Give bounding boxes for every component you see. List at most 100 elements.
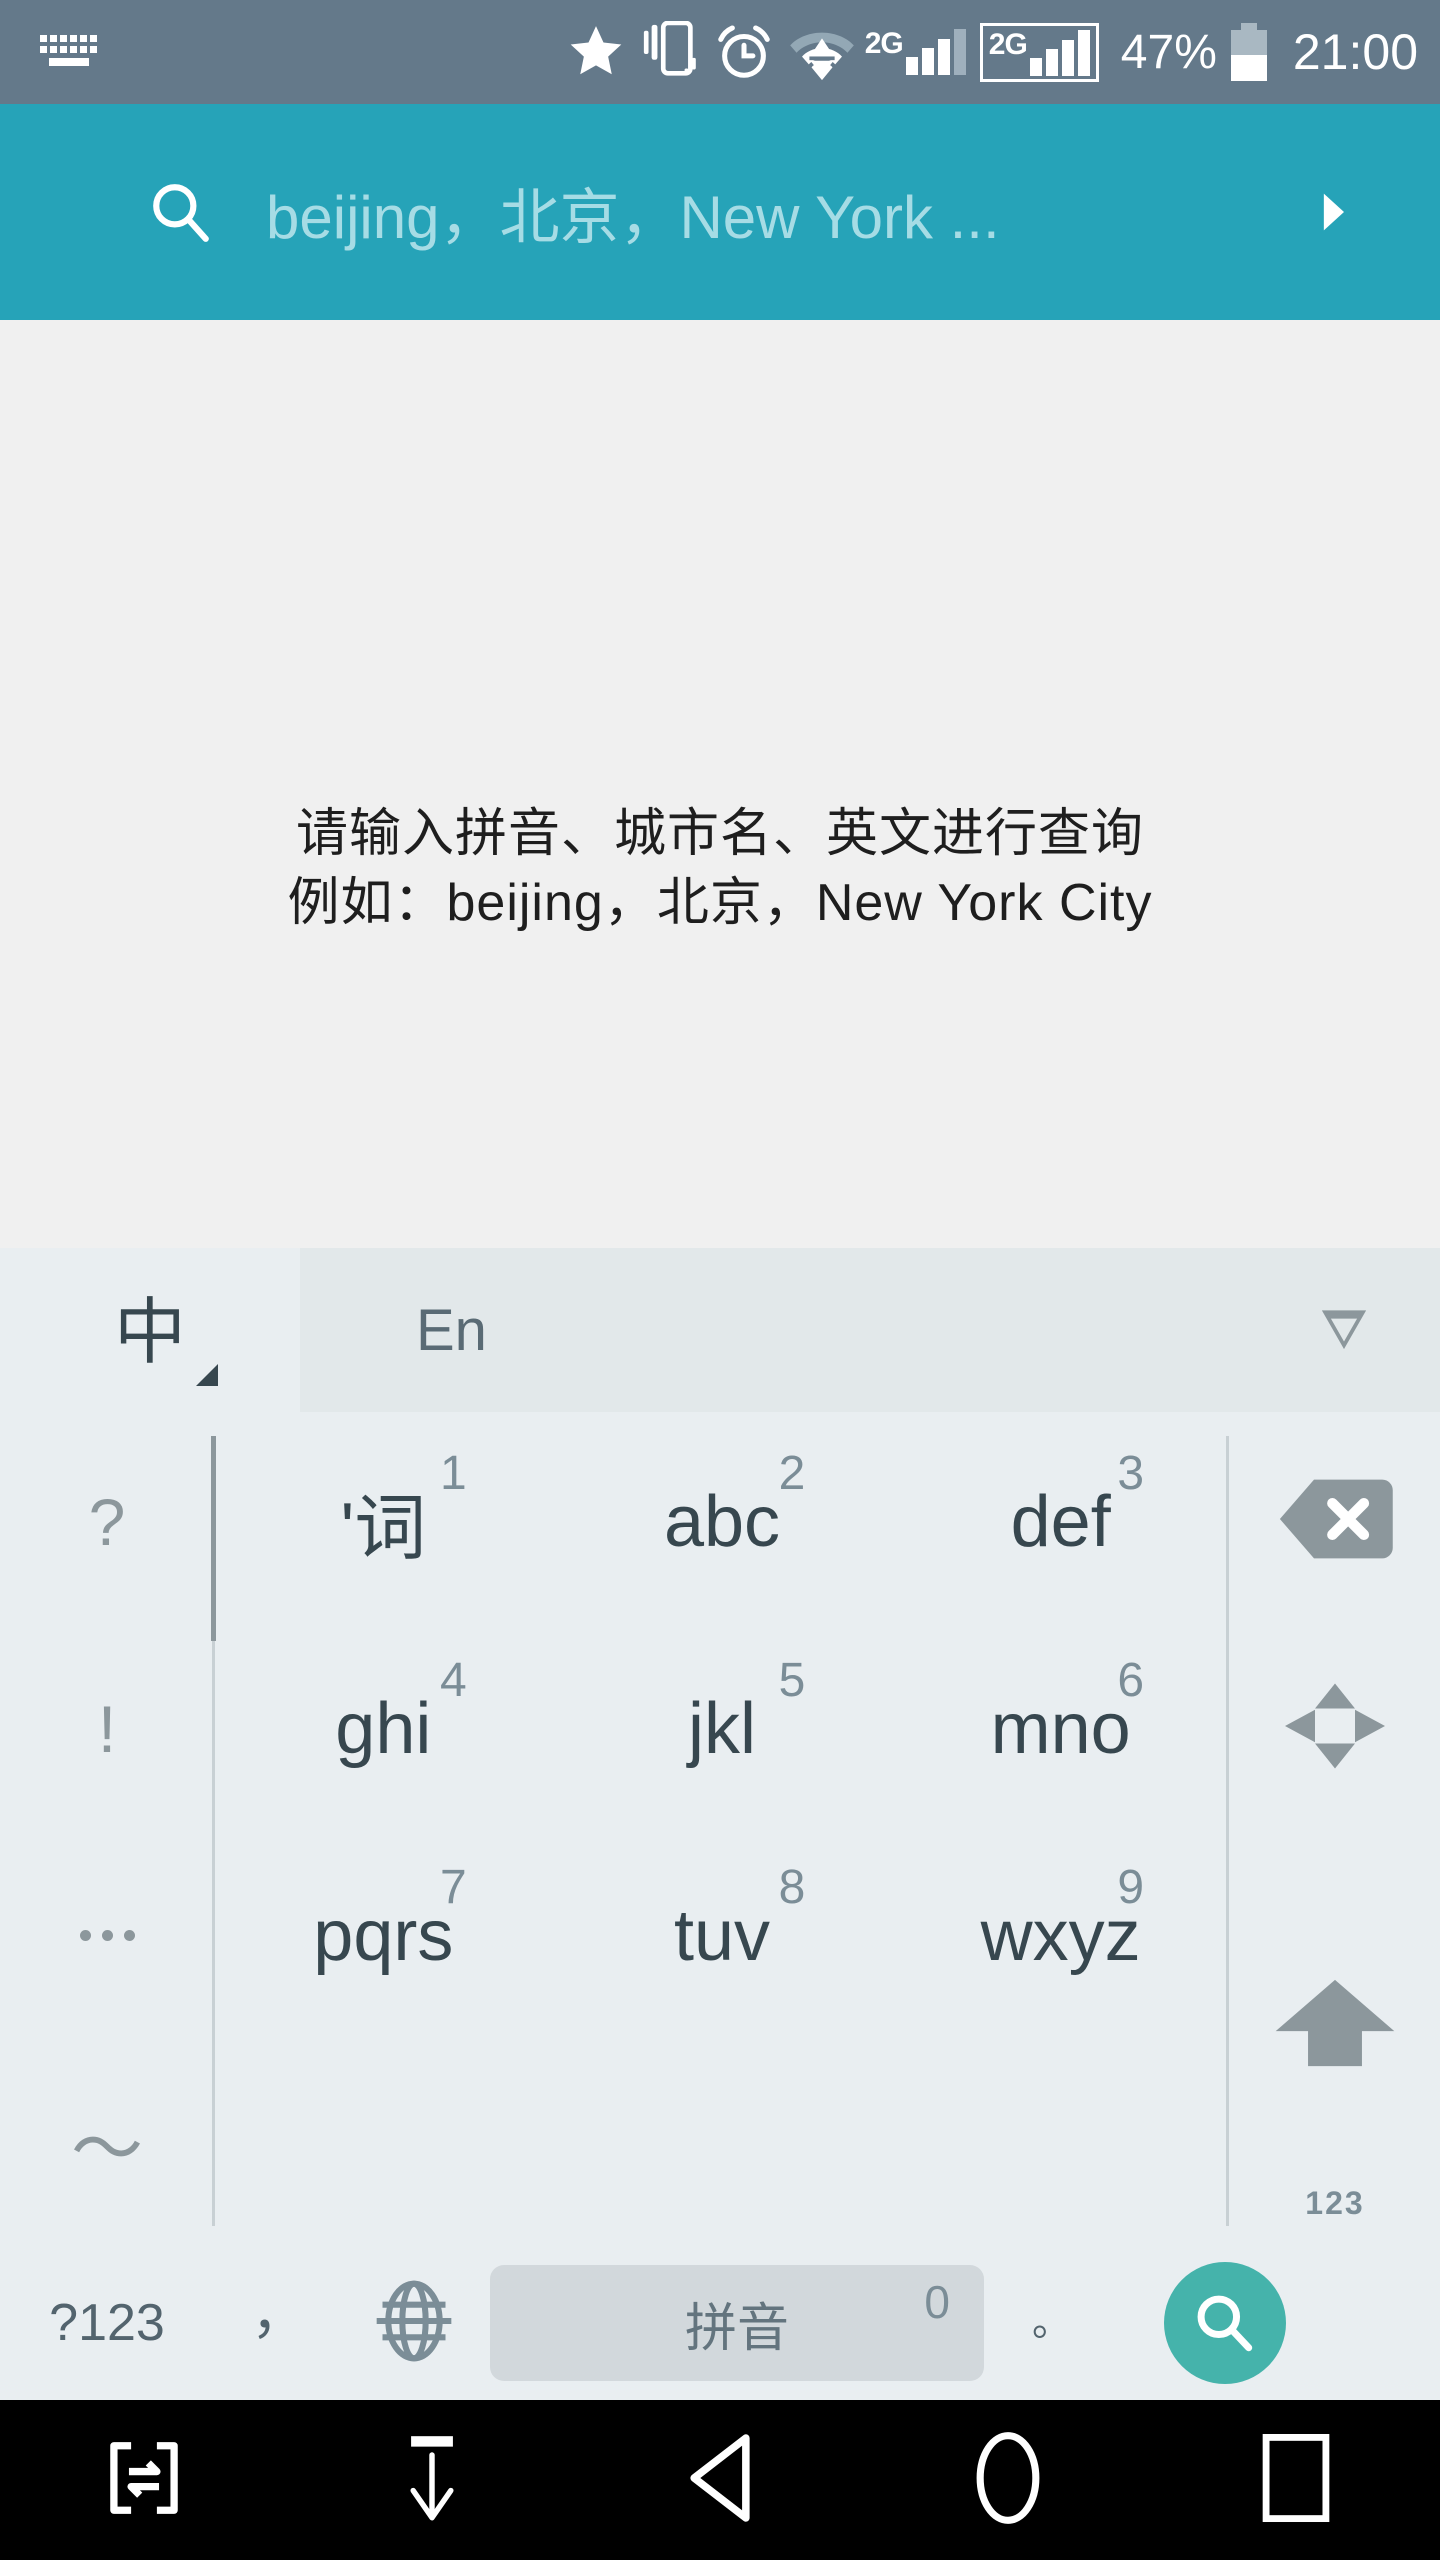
search-submit-key[interactable] [1120,2246,1330,2400]
sim2-network-label: 2G [988,27,1028,61]
key-5-digit: 5 [778,1654,806,1707]
key-2[interactable]: 2 abc [553,1418,892,1625]
key-tilde-label: ～ [70,2110,143,2190]
keypad-grid: ? ! ～ 1 '词 2 abc 3 def 4 ghi 5 jkl 6 mno… [0,1418,1440,2246]
keyboard-bottom-row: ?123 ， 拼音 0 。 [0,2246,1440,2400]
keyboard: 中 En ? ! ～ 1 '词 2 abc 3 def 4 ghi 5 jkl … [0,1248,1440,2400]
triangle-down-icon[interactable] [1321,1307,1367,1354]
key-3-label: def [1010,1481,1111,1562]
key-2-digit: 2 [778,1447,806,1500]
key-3[interactable]: 3 def [891,1418,1230,1625]
star-icon [565,21,627,83]
wifi-icon [775,21,855,83]
chevron-right-icon[interactable] [1318,190,1348,234]
key-4-digit: 4 [439,1654,467,1707]
function-column: 123 [1230,1418,1440,2246]
hint-line-1: 请输入拼音、城市名、英文进行查询 [295,805,1144,863]
screenshot-swap-button[interactable] [0,2400,288,2560]
backspace-icon [1277,1477,1393,1566]
back-icon [680,2431,760,2530]
key-7[interactable]: 7 pqrs [214,1832,553,2039]
search-icon [148,179,214,245]
empty-state-hint: 请输入拼音、城市名、英文进行查询 例如：beijing，北京，New York … [0,800,1440,937]
period-key-label: 。 [1032,2300,1072,2344]
language-switch-key[interactable]: 中 [0,1248,300,1418]
alarm-icon [699,21,775,83]
key-ellipsis[interactable] [0,1832,214,2039]
ellipsis-icon [79,1930,135,1941]
content-area: 请输入拼音、城市名、英文进行查询 例如：beijing，北京，New York … [0,320,1440,1248]
key-5[interactable]: 5 jkl [553,1625,892,1832]
signal-sim1: 2G [865,29,966,75]
backspace-key[interactable] [1230,1418,1440,1625]
key-9-digit: 9 [1117,1861,1145,1914]
key-5-label: jkl [688,1688,756,1769]
dpad-icon [1280,1676,1390,1781]
key-question-mark-label: ? [88,1484,126,1559]
input-method-key[interactable] [344,2246,484,2400]
space-key-digit: 0 [924,2276,950,2328]
sim1-network-label: 2G [864,27,904,60]
key-6[interactable]: 6 mno [891,1625,1230,1832]
period-key[interactable]: 。 [984,2246,1120,2400]
space-key-wrap: 拼音 0 [484,2246,984,2400]
key-4[interactable]: 4 ghi [214,1625,553,1832]
key-exclamation-mark-label: ! [97,1691,117,1766]
key-tilde[interactable]: ～ [0,2039,214,2246]
comma-key-label: ， [251,2281,307,2345]
key-8[interactable]: 8 tuv [553,1832,892,2039]
key-1[interactable]: 1 '词 [214,1418,553,1625]
numeric-keys: 1 '词 2 abc 3 def 4 ghi 5 jkl 6 mno 7 pqr… [214,1418,1230,2246]
key-exclamation-mark[interactable]: ! [0,1625,214,1832]
back-button[interactable] [576,2400,864,2560]
status-bar-right: 2G 2G 47% 21:00 [565,21,1440,83]
key-8-label: tuv [673,1895,771,1976]
key-8-digit: 8 [778,1861,806,1914]
screenshot-swap-icon [101,2435,187,2526]
key-9[interactable]: 9 wxyz [891,1832,1230,2039]
hide-keyboard-icon [393,2432,471,2529]
search-bar[interactable]: beijing，北京，New York ... [0,104,1440,320]
recents-icon [1259,2431,1333,2530]
hide-keyboard-button[interactable] [288,2400,576,2560]
recents-button[interactable] [1152,2400,1440,2560]
globe-icon [372,2279,456,2368]
clock-label: 21:00 [1292,24,1418,80]
shift-key[interactable]: 123 [1230,1832,1440,2246]
key-4-label: ghi [335,1688,432,1769]
candidate-bar-label: En [416,1297,487,1363]
symbols-mode-label: ?123 [49,2294,165,2352]
space-key-label: 拼音 [684,2299,789,2358]
home-button[interactable] [864,2400,1152,2560]
key-7-digit: 7 [439,1861,467,1914]
status-bar-left [0,33,98,71]
key-1-label: '词 [340,1489,427,1569]
key-6-digit: 6 [1117,1654,1145,1707]
language-switch-label: 中 [113,1293,186,1373]
keypad-row-3: 7 pqrs 8 tuv 9 wxyz [214,1832,1230,2039]
key-6-label: mno [990,1688,1131,1769]
signal-sim2: 2G [979,22,1099,82]
key-1-digit: 1 [439,1447,467,1500]
search-input[interactable]: beijing，北京，New York ... [266,169,1318,256]
symbol-column: ? ! ～ [0,1418,214,2246]
key-2-label: abc [663,1481,781,1562]
home-icon [969,2429,1047,2532]
battery-percent-label: 47% [1120,25,1217,79]
sim1-bars [905,29,966,75]
vibrate-icon [627,21,699,83]
hint-line-2: 例如：beijing，北京，New York City [287,873,1153,932]
navigation-bar [0,2400,1440,2560]
phone-screen: 2G 2G 47% 21:00 beijing，北京，New York ... … [0,0,1440,2560]
symbols-mode-key[interactable]: ?123 [0,2246,214,2400]
search-fab[interactable] [1164,2262,1286,2384]
sim2-bars [1029,29,1090,76]
cursor-pad-key[interactable] [1230,1625,1440,1832]
candidate-bar[interactable]: En [300,1248,1440,1412]
keypad-row-2: 4 ghi 5 jkl 6 mno [214,1625,1230,1832]
key-7-label: pqrs [313,1895,454,1976]
space-key[interactable]: 拼音 0 [490,2265,984,2381]
key-question-mark[interactable]: ? [0,1418,214,1625]
comma-key[interactable]: ， [214,2246,344,2400]
keyboard-toolbar: 中 En [0,1248,1440,1418]
